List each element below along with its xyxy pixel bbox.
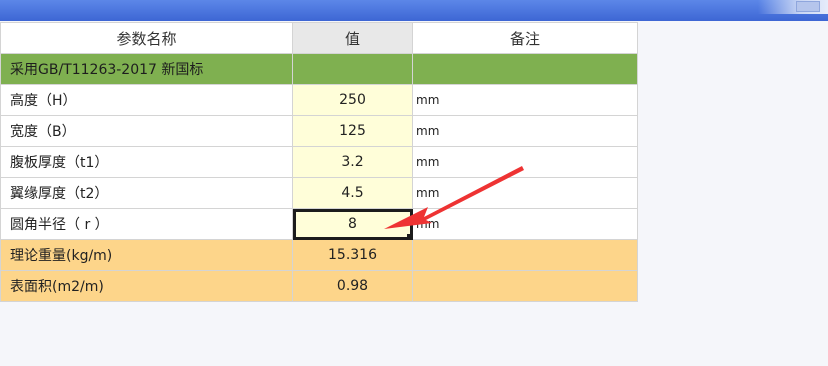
selected-cell-value: 8 xyxy=(348,216,357,232)
table-row: 理论重量(kg/m) 15.316 xyxy=(0,239,638,271)
param-value-height[interactable]: 250 xyxy=(292,84,413,116)
table-row: 表面积(m2/m) 0.98 xyxy=(0,270,638,302)
standard-row: 采用GB/T11263-2017 新国标 xyxy=(0,53,638,85)
table-header-row: 参数名称 值 备注 xyxy=(0,22,638,54)
keyboard-icon[interactable] xyxy=(796,1,820,12)
param-value-web-thickness[interactable]: 3.2 xyxy=(292,146,413,178)
param-name-width: 宽度（B） xyxy=(0,115,293,147)
titlebar-corner xyxy=(758,0,828,14)
param-unit-height: mm xyxy=(412,84,638,116)
param-unit-flange-thickness: mm xyxy=(412,177,638,209)
param-name-fillet-radius: 圆角半径（ r ） xyxy=(0,208,293,240)
fill-handle[interactable] xyxy=(407,234,412,239)
table-row: 宽度（B） 125 mm xyxy=(0,115,638,147)
standard-label: 采用GB/T11263-2017 新国标 xyxy=(0,53,293,85)
parameter-table: 参数名称 值 备注 采用GB/T11263-2017 新国标 高度（H） 250… xyxy=(0,22,638,302)
param-name-flange-thickness: 翼缘厚度（t2） xyxy=(0,177,293,209)
result-note-weight xyxy=(412,239,638,271)
result-note-surface-area xyxy=(412,270,638,302)
param-name-height: 高度（H） xyxy=(0,84,293,116)
window-titlebar xyxy=(0,0,828,21)
result-value-surface-area: 0.98 xyxy=(292,270,413,302)
standard-value-cell xyxy=(292,53,413,85)
result-value-weight: 15.316 xyxy=(292,239,413,271)
param-unit-width: mm xyxy=(412,115,638,147)
table-row: 高度（H） 250 mm xyxy=(0,84,638,116)
table-row: 圆角半径（ r ） 8 mm xyxy=(0,208,638,240)
param-unit-fillet-radius: mm xyxy=(412,208,638,240)
param-unit-web-thickness: mm xyxy=(412,146,638,178)
header-note: 备注 xyxy=(412,22,638,54)
table-row: 翼缘厚度（t2） 4.5 mm xyxy=(0,177,638,209)
result-name-weight: 理论重量(kg/m) xyxy=(0,239,293,271)
param-value-fillet-radius[interactable]: 8 xyxy=(292,208,413,240)
header-param-name: 参数名称 xyxy=(0,22,293,54)
header-value: 值 xyxy=(292,22,413,54)
result-name-surface-area: 表面积(m2/m) xyxy=(0,270,293,302)
table-row: 腹板厚度（t1） 3.2 mm xyxy=(0,146,638,178)
param-name-web-thickness: 腹板厚度（t1） xyxy=(0,146,293,178)
standard-note-cell xyxy=(412,53,638,85)
param-value-flange-thickness[interactable]: 4.5 xyxy=(292,177,413,209)
param-value-width[interactable]: 125 xyxy=(292,115,413,147)
